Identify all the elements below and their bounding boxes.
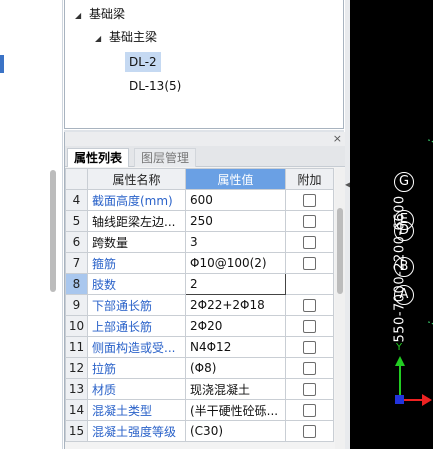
extra-checkbox[interactable] xyxy=(303,362,316,375)
property-value[interactable]: 现浇混凝土 xyxy=(185,378,286,400)
property-name[interactable]: 侧面构造或受... xyxy=(87,336,186,358)
table-row[interactable]: 9 下部通长筋 2Φ22+2Φ18 xyxy=(65,294,334,316)
dashed-arc-mark xyxy=(427,139,433,158)
dimension-text: 550-7000-2200-6600 xyxy=(392,195,408,343)
property-name[interactable]: 上部通长筋 xyxy=(87,315,186,337)
property-name[interactable]: 混凝土强度等级 xyxy=(87,420,186,442)
header-property-value[interactable]: 属性值 xyxy=(185,168,286,190)
row-number: 5 xyxy=(65,210,88,232)
property-name[interactable]: 箍筋 xyxy=(87,252,186,274)
property-value[interactable]: N4Φ12 xyxy=(185,336,286,358)
extra-checkbox[interactable] xyxy=(303,425,316,438)
left-scrollbar[interactable] xyxy=(50,170,56,292)
table-row[interactable]: 6 跨数量 3 xyxy=(65,231,334,253)
header-corner xyxy=(65,168,88,190)
extra-checkbox[interactable] xyxy=(303,215,316,228)
tree-item-label: DL-2 xyxy=(125,52,161,72)
table-row[interactable]: 7 箍筋 Φ10@100(2) xyxy=(65,252,334,274)
header-property-name[interactable]: 属性名称 xyxy=(87,168,186,190)
table-row[interactable]: 11 侧面构造或受... N4Φ12 xyxy=(65,336,334,358)
tab-layer-management[interactable]: 图层管理 xyxy=(134,148,197,167)
property-value[interactable]: 3 xyxy=(185,231,286,253)
extra-checkbox[interactable] xyxy=(303,236,316,249)
ucs-origin xyxy=(395,395,404,404)
ucs-y-label: Y xyxy=(396,342,403,353)
extra-checkbox[interactable] xyxy=(303,299,316,312)
property-name[interactable]: 拉筋 xyxy=(87,357,186,379)
property-value-editor[interactable]: 2 xyxy=(185,273,286,295)
tree-item-dl-2[interactable]: DL-2 xyxy=(125,52,161,72)
row-number: 15 xyxy=(65,420,88,442)
extra-checkbox[interactable] xyxy=(303,257,316,270)
table-row[interactable]: 4 截面高度(mm) 600 xyxy=(65,189,334,211)
property-panel: × 属性列表 图层管理 属性名称 属性值 附加 4 截面高度(mm) 600 5… xyxy=(64,132,346,449)
property-name[interactable]: 肢数 xyxy=(87,273,186,295)
scrollbar-thumb[interactable] xyxy=(337,208,343,294)
table-row[interactable]: 5 轴线距梁左边... 250 xyxy=(65,210,334,232)
property-value[interactable]: 600 xyxy=(185,189,286,211)
property-name[interactable]: 下部通长筋 xyxy=(87,294,186,316)
table-row[interactable]: 14 混凝土类型 (半干硬性砼砾... xyxy=(65,399,334,421)
extra-checkbox[interactable] xyxy=(303,341,316,354)
table-row[interactable]: 10 上部通长筋 2Φ20 xyxy=(65,315,334,337)
row-number: 7 xyxy=(65,252,88,274)
collapse-triangle-icon[interactable]: ◢ xyxy=(95,29,109,49)
property-name[interactable]: 跨数量 xyxy=(87,231,186,253)
header-extra[interactable]: 附加 xyxy=(285,168,334,190)
property-table: 属性名称 属性值 附加 4 截面高度(mm) 600 5 轴线距梁左边... 2… xyxy=(65,168,334,442)
tree-node-label: 基础梁 xyxy=(89,7,126,21)
property-value[interactable]: 250 xyxy=(185,210,286,232)
component-tree: ◢ 基础梁 ◢ 基础主梁 DL-2 DL-13(5) xyxy=(64,0,344,129)
panel-tabs: 属性列表 图层管理 xyxy=(65,146,346,167)
row-number: 14 xyxy=(65,399,88,421)
ucs-y-arrow xyxy=(395,356,405,366)
row-number: 12 xyxy=(65,357,88,379)
property-name[interactable]: 轴线距梁左边... xyxy=(87,210,186,232)
tree-node-root[interactable]: ◢ 基础梁 xyxy=(75,4,125,24)
ucs-x-arrow xyxy=(422,394,432,406)
panel-title-bar: × xyxy=(65,132,346,146)
extra-checkbox[interactable] xyxy=(303,194,316,207)
close-icon[interactable]: × xyxy=(333,132,342,146)
property-value[interactable]: 2Φ22+2Φ18 xyxy=(185,294,286,316)
table-row[interactable]: 13 材质 现浇混凝土 xyxy=(65,378,334,400)
row-number: 4 xyxy=(65,189,88,211)
tab-property-list[interactable]: 属性列表 xyxy=(67,148,130,167)
collapse-triangle-icon[interactable]: ◢ xyxy=(75,6,89,26)
extra-checkbox[interactable] xyxy=(303,383,316,396)
property-scrollbar[interactable] xyxy=(335,168,345,449)
tree-node-label: 基础主梁 xyxy=(109,30,158,44)
property-name[interactable]: 混凝土类型 xyxy=(87,399,186,421)
drawing-canvas[interactable]: G E D B A 550-7000-2200-6600 Y xyxy=(350,0,433,449)
property-value[interactable]: (半干硬性砼砾... xyxy=(185,399,286,421)
extra-cell-empty xyxy=(285,273,334,295)
property-name[interactable]: 截面高度(mm) xyxy=(87,189,186,211)
tree-node-child[interactable]: ◢ 基础主梁 xyxy=(95,27,157,47)
row-number: 9 xyxy=(65,294,88,316)
row-number: 10 xyxy=(65,315,88,337)
row-number: 13 xyxy=(65,378,88,400)
extra-checkbox[interactable] xyxy=(303,320,316,333)
tree-item-label: DL-13(5) xyxy=(129,79,182,93)
row-number: 6 xyxy=(65,231,88,253)
property-name[interactable]: 材质 xyxy=(87,378,186,400)
row-number: 11 xyxy=(65,336,88,358)
property-value[interactable]: (C30) xyxy=(185,420,286,442)
canvas-graphics xyxy=(395,139,433,406)
table-row[interactable]: 12 拉筋 (Φ8) xyxy=(65,357,334,379)
table-row-selected[interactable]: 8 肢数 2 xyxy=(65,273,334,295)
tree-item-dl-13[interactable]: DL-13(5) xyxy=(129,76,181,96)
property-value[interactable]: Φ10@100(2) xyxy=(185,252,286,274)
left-panel-strip xyxy=(0,0,63,449)
dashed-arc-mark xyxy=(427,321,433,340)
row-number: 8 xyxy=(65,273,88,295)
selected-item-marker xyxy=(0,55,4,73)
property-value[interactable]: 2Φ20 xyxy=(185,315,286,337)
extra-checkbox[interactable] xyxy=(303,404,316,417)
property-value[interactable]: (Φ8) xyxy=(185,357,286,379)
table-row[interactable]: 15 混凝土强度等级 (C30) xyxy=(65,420,334,442)
